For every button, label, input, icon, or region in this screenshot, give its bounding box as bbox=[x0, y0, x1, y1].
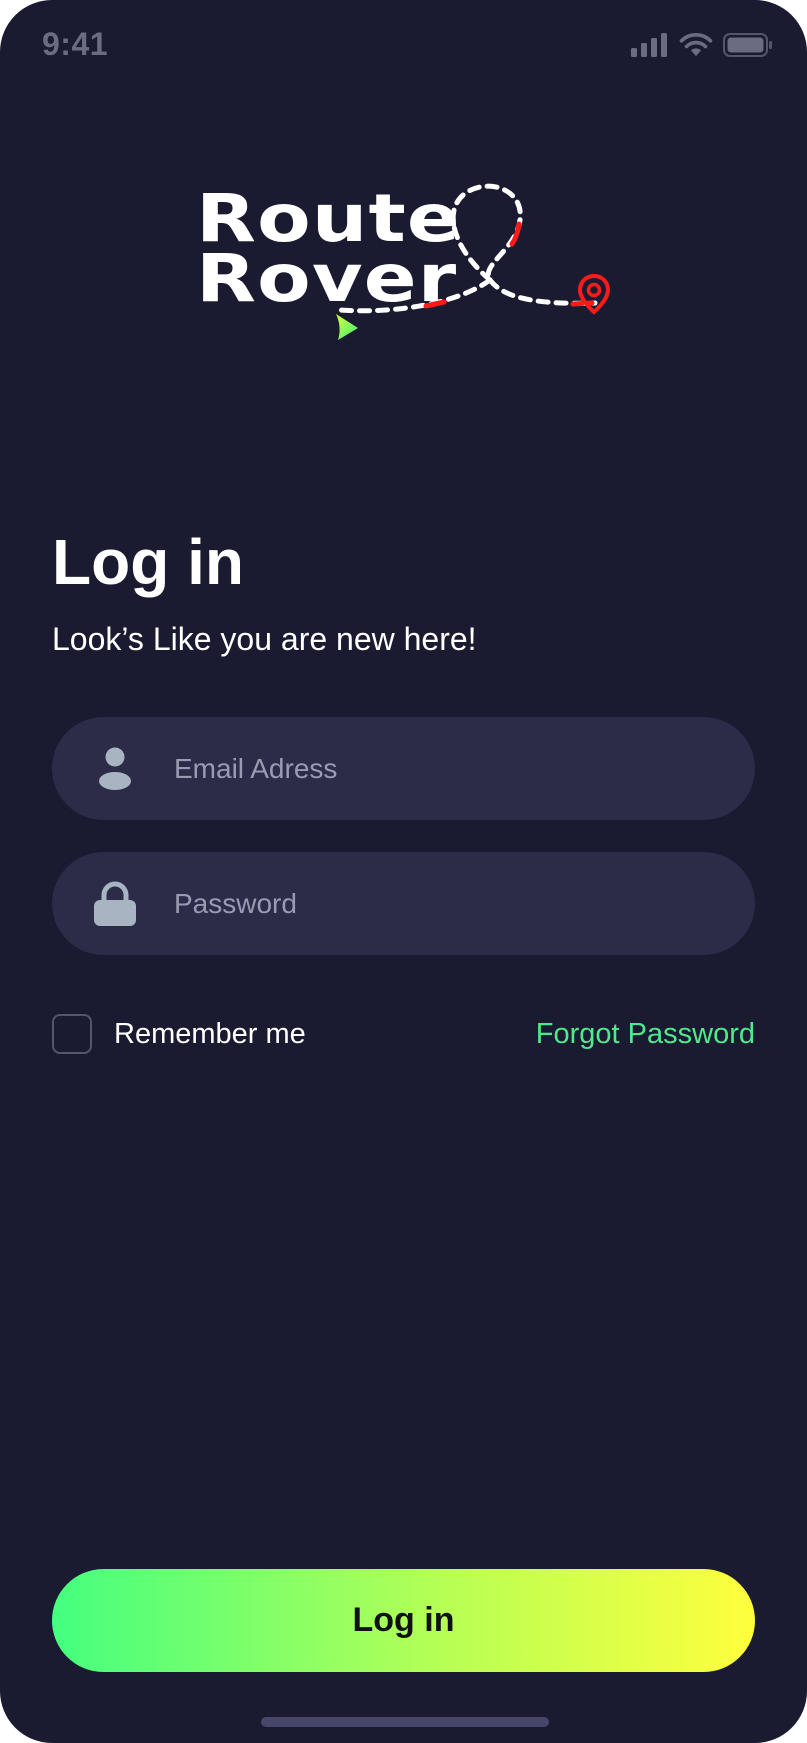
home-indicator bbox=[261, 1717, 549, 1727]
email-field[interactable] bbox=[52, 717, 755, 820]
page-subtitle: Look’s Like you are new here! bbox=[52, 621, 477, 657]
page-title: Log in bbox=[52, 526, 244, 598]
phone-screen: 9:41 Route Rover Log in Look’s Like you … bbox=[0, 0, 807, 1743]
play-arrow-icon bbox=[334, 312, 360, 347]
password-field[interactable] bbox=[52, 852, 755, 955]
login-button[interactable]: Log in bbox=[52, 1569, 755, 1672]
location-pin-icon bbox=[577, 273, 611, 321]
remember-me-label[interactable]: Remember me bbox=[114, 1020, 306, 1049]
route-rover-logo: Route Rover bbox=[190, 180, 620, 350]
status-bar: 9:41 bbox=[0, 0, 807, 92]
email-input[interactable] bbox=[174, 717, 714, 820]
forgot-password-link[interactable]: Forgot Password bbox=[536, 1020, 755, 1049]
logo-text-rover: Rover bbox=[196, 240, 458, 317]
remember-me-checkbox[interactable] bbox=[52, 1014, 92, 1054]
battery-icon bbox=[723, 33, 773, 62]
lock-icon bbox=[92, 881, 138, 927]
login-options-row: Remember me Forgot Password bbox=[52, 1014, 755, 1058]
password-input[interactable] bbox=[174, 852, 714, 955]
status-time: 9:41 bbox=[42, 26, 109, 62]
wifi-icon bbox=[679, 32, 713, 63]
signal-icon bbox=[631, 33, 669, 62]
user-icon bbox=[92, 746, 138, 792]
status-icons bbox=[631, 32, 773, 63]
